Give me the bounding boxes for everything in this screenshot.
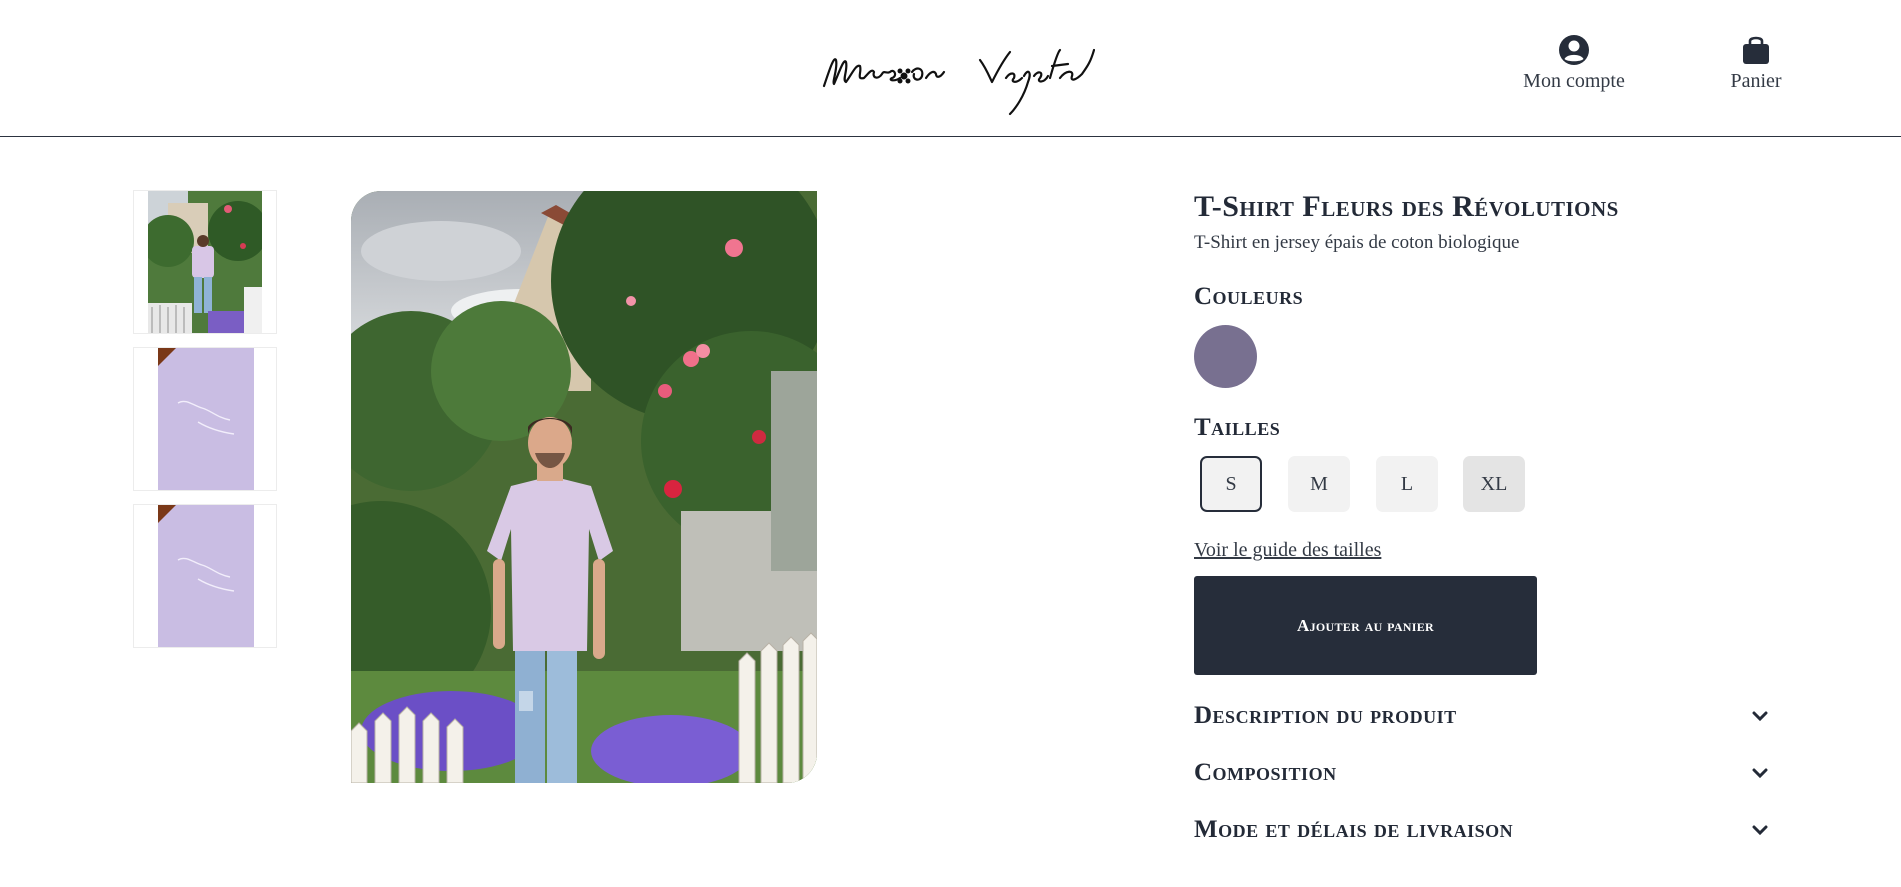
accordion-label: Mode et délais de livraison [1194, 816, 1514, 843]
color-swatch-lavender[interactable] [1194, 325, 1257, 388]
account-label: Mon compte [1523, 70, 1625, 92]
product-subtitle: T-Shirt en jersey épais de coton biologi… [1194, 232, 1520, 253]
thumbnail-print-closeup [158, 348, 254, 490]
brand-logo[interactable] [820, 38, 1096, 116]
accordion-composition[interactable]: Composition [1194, 753, 1768, 793]
thumbnail-3[interactable] [133, 504, 277, 648]
size-option-m[interactable]: M [1288, 456, 1350, 512]
accordion-label: Description du produit [1194, 702, 1457, 729]
account-link[interactable]: Mon compte [1519, 34, 1629, 93]
size-option-xl[interactable]: XL [1463, 456, 1525, 512]
thumbnail-1[interactable] [133, 190, 277, 334]
thumbnail-2[interactable] [133, 347, 277, 491]
chevron-down-icon [1752, 825, 1768, 836]
size-guide-link[interactable]: Voir le guide des tailles [1194, 539, 1381, 562]
product-photo [351, 191, 817, 783]
user-circle-icon [1559, 35, 1589, 65]
cart-link[interactable]: Panier [1716, 34, 1796, 93]
shopping-bag-icon [1743, 36, 1769, 64]
chevron-down-icon [1752, 768, 1768, 779]
cart-label: Panier [1730, 70, 1782, 92]
add-to-cart-button[interactable]: Ajouter au panier [1194, 576, 1537, 675]
colors-heading: Couleurs [1194, 283, 1304, 310]
sizes-heading: Tailles [1194, 414, 1281, 441]
chevron-down-icon [1752, 711, 1768, 722]
size-option-s[interactable]: S [1200, 456, 1262, 512]
accordion-description[interactable]: Description du produit [1194, 696, 1768, 736]
product-title: T-Shirt Fleurs des Révolutions [1194, 190, 1619, 223]
accordion-delivery[interactable]: Mode et délais de livraison [1194, 810, 1768, 850]
site-header: Mon compte Panier [0, 0, 1901, 137]
signature-logo-icon [822, 48, 1096, 116]
main-product-image[interactable] [351, 191, 817, 783]
accordion-label: Composition [1194, 759, 1337, 786]
size-option-l[interactable]: L [1376, 456, 1438, 512]
thumbnail-photo-back-view [148, 191, 262, 333]
thumbnail-print-closeup [158, 505, 254, 647]
